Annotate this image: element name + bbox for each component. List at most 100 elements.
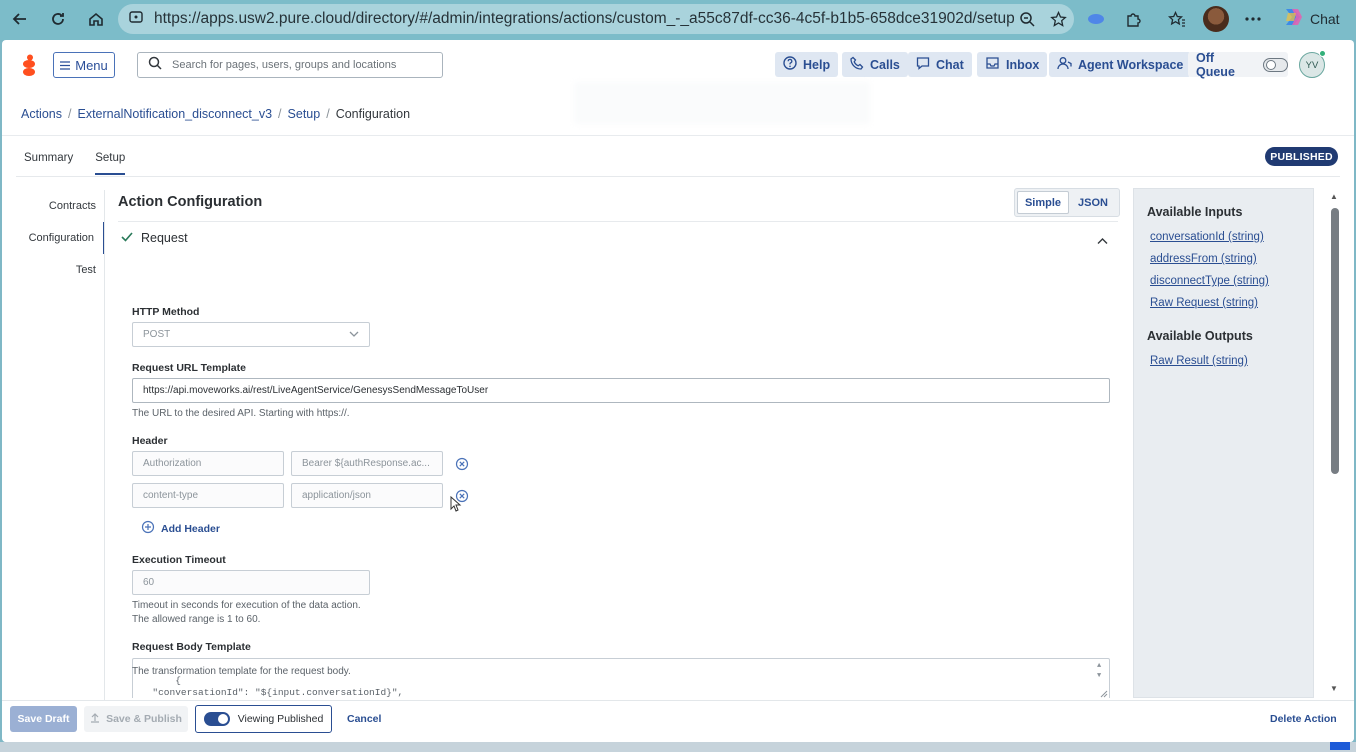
request-section-header[interactable]: Request xyxy=(118,221,1118,254)
header-value-input[interactable] xyxy=(291,483,443,508)
http-method-select[interactable]: POST xyxy=(132,322,370,347)
http-method-value: POST xyxy=(143,329,171,340)
breadcrumb-actions[interactable]: Actions xyxy=(21,107,62,121)
profile-avatar[interactable] xyxy=(1202,5,1230,33)
header-label: Header xyxy=(132,435,168,447)
request-url-input[interactable] xyxy=(132,378,1110,403)
json-mode-button[interactable]: JSON xyxy=(1069,191,1117,214)
breadcrumb-current: Configuration xyxy=(335,107,411,121)
menu-button[interactable]: Menu xyxy=(53,52,115,78)
help-icon xyxy=(783,56,797,73)
check-icon xyxy=(121,229,133,247)
save-draft-button[interactable]: Save Draft xyxy=(10,706,77,732)
tab-summary[interactable]: Summary xyxy=(24,152,73,175)
search-icon xyxy=(148,56,162,75)
favorites-icon[interactable] xyxy=(1164,5,1190,33)
viewing-published-toggle[interactable]: Viewing Published xyxy=(195,705,332,733)
available-variables-panel: Available Inputs conversationId (string)… xyxy=(1133,188,1314,698)
queue-toggle[interactable] xyxy=(1262,57,1288,72)
taskbar-indicator xyxy=(1330,742,1350,750)
simple-mode-button[interactable]: Simple xyxy=(1017,191,1069,214)
toggle-switch[interactable] xyxy=(203,712,230,726)
blurred-region xyxy=(574,82,870,124)
sidenav-item-configuration[interactable]: Configuration xyxy=(16,222,105,254)
header-value-input[interactable] xyxy=(291,451,443,476)
address-bar[interactable]: https://apps.usw2.pure.cloud/directory/#… xyxy=(118,4,1074,34)
agent-workspace-button[interactable]: Agent Workspace xyxy=(1049,52,1192,77)
phone-icon xyxy=(850,56,864,73)
chat-bubble-icon xyxy=(916,56,930,73)
url-text: https://apps.usw2.pure.cloud/directory/#… xyxy=(154,10,1014,27)
sidenav-item-contracts[interactable]: Contracts xyxy=(16,190,105,222)
request-url-label: Request URL Template xyxy=(132,362,246,374)
inbox-button[interactable]: Inbox xyxy=(977,52,1048,77)
extension-icon[interactable] xyxy=(1083,5,1109,33)
breadcrumb-setup[interactable]: Setup xyxy=(288,107,321,121)
breadcrumb-action-name[interactable]: ExternalNotification_disconnect_v3 xyxy=(77,107,272,121)
favorite-star-icon[interactable] xyxy=(1045,5,1071,33)
breadcrumb-separator: / xyxy=(68,107,72,121)
input-variable[interactable]: Raw Request (string) xyxy=(1150,297,1258,309)
page-scrollbar[interactable]: ▲ ▼ xyxy=(1328,188,1342,698)
sidenav-item-test[interactable]: Test xyxy=(16,254,105,286)
help-button[interactable]: Help xyxy=(775,52,839,77)
add-header-button[interactable]: Add Header xyxy=(141,520,220,537)
site-info-icon[interactable] xyxy=(128,9,144,30)
execution-timeout-input[interactable] xyxy=(132,570,370,595)
plus-circle-icon xyxy=(141,520,155,537)
copilot-button[interactable]: Chat xyxy=(1282,5,1344,33)
delete-action-button[interactable]: Delete Action xyxy=(1270,713,1337,725)
header-key-input[interactable] xyxy=(132,451,284,476)
available-outputs-heading: Available Outputs xyxy=(1147,329,1253,343)
genesys-logo xyxy=(20,54,38,78)
input-variable[interactable]: disconnectType (string) xyxy=(1150,275,1269,287)
chat-button[interactable]: Chat xyxy=(908,52,972,77)
resize-grip-icon[interactable] xyxy=(1100,690,1108,698)
browser-toolbar: https://apps.usw2.pure.cloud/directory/#… xyxy=(0,0,1356,40)
menu-label: Menu xyxy=(75,57,108,73)
output-variable[interactable]: Raw Result (string) xyxy=(1150,355,1248,367)
scroll-down-icon[interactable]: ▼ xyxy=(1330,684,1338,693)
inbox-label: Inbox xyxy=(1006,57,1040,72)
scroll-thumb[interactable] xyxy=(1331,208,1339,474)
page-tabs: Summary Setup xyxy=(24,152,126,175)
home-icon[interactable] xyxy=(82,5,110,33)
agent-icon xyxy=(1057,56,1072,73)
scroll-up-icon[interactable]: ▲ xyxy=(1330,192,1338,201)
page-title: Action Configuration xyxy=(118,194,263,210)
reload-icon[interactable] xyxy=(44,5,72,33)
global-search[interactable] xyxy=(137,52,443,78)
setup-sidenav: Contracts Configuration Test xyxy=(16,190,105,286)
tab-setup[interactable]: Setup xyxy=(95,152,126,175)
add-header-label: Add Header xyxy=(161,522,220,535)
header-key-input[interactable] xyxy=(132,483,284,508)
available-inputs-heading: Available Inputs xyxy=(1147,205,1243,219)
inbox-icon xyxy=(985,56,1000,73)
execution-timeout-range: The allowed range is 1 to 60. xyxy=(132,614,261,625)
input-variable[interactable]: addressFrom (string) xyxy=(1150,253,1257,265)
textarea-scroll-arrows[interactable]: ▲ ▼ xyxy=(1097,661,1105,681)
queue-status[interactable]: Off Queue xyxy=(1188,51,1288,79)
zoom-icon[interactable] xyxy=(1014,5,1040,33)
puzzle-icon[interactable] xyxy=(1120,5,1146,33)
status-badge: PUBLISHED xyxy=(1265,147,1338,166)
save-publish-button[interactable]: Save & Publish xyxy=(84,706,188,732)
chevron-up-icon[interactable] xyxy=(1097,232,1108,250)
divider xyxy=(16,176,1340,177)
copilot-icon xyxy=(1282,7,1304,32)
remove-header-icon[interactable] xyxy=(455,457,469,471)
request-body-label: Request Body Template xyxy=(132,641,251,653)
more-icon[interactable] xyxy=(1240,5,1266,33)
request-body-help: The transformation template for the requ… xyxy=(132,666,351,677)
chat-label: Chat xyxy=(936,57,964,72)
breadcrumb: Actions / ExternalNotification_disconnec… xyxy=(21,107,410,121)
cancel-button[interactable]: Cancel xyxy=(347,713,381,725)
calls-button[interactable]: Calls xyxy=(842,52,908,77)
user-initials: YV xyxy=(1305,59,1319,71)
search-input[interactable] xyxy=(172,59,432,71)
execution-timeout-help: Timeout in seconds for execution of the … xyxy=(132,600,361,611)
action-configuration: Action Configuration Simple JSON Request… xyxy=(105,186,1121,698)
request-section-label: Request xyxy=(141,231,188,245)
input-variable[interactable]: conversationId (string) xyxy=(1150,231,1264,243)
back-icon[interactable] xyxy=(6,5,34,33)
